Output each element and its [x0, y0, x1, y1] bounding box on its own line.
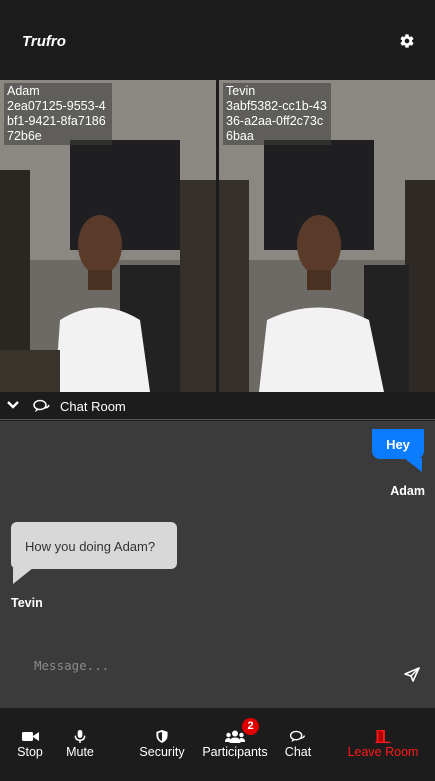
- participant-label-tevin: Tevin 3abf5382-cc1b-4336-a2aa-0ff2c73c6b…: [223, 83, 331, 145]
- chat-room-title: Chat Room: [60, 399, 126, 414]
- chat-button[interactable]: Chat: [281, 730, 315, 759]
- users-icon: [225, 730, 245, 743]
- mute-label: Mute: [66, 745, 94, 759]
- stop-button[interactable]: Stop: [14, 730, 46, 759]
- message-bubble-incoming: How you doing Adam?: [11, 522, 177, 569]
- microphone-icon: [74, 730, 86, 743]
- video-tile-tevin[interactable]: Tevin 3abf5382-cc1b-4336-a2aa-0ff2c73c6b…: [219, 80, 435, 392]
- participant-name: Adam: [7, 84, 40, 98]
- chat-icon: [289, 730, 306, 743]
- gear-icon[interactable]: [399, 33, 415, 49]
- message-input[interactable]: [20, 653, 380, 677]
- mute-button[interactable]: Mute: [62, 730, 98, 759]
- chat-room-icon: [33, 399, 50, 412]
- chat-room-header[interactable]: Chat Room: [0, 392, 435, 420]
- message-sender: Tevin: [11, 596, 43, 610]
- security-label: Security: [139, 745, 185, 759]
- leave-room-label: Leave Room: [347, 745, 419, 759]
- app-logo: Trufro: [22, 33, 66, 50]
- leave-room-button[interactable]: Leave Room: [342, 730, 424, 759]
- send-icon[interactable]: [404, 667, 420, 682]
- participants-label: Participants: [202, 745, 268, 759]
- video-grid: Adam 2ea07125-9553-4bf1-9421-8fa718672b6…: [0, 80, 435, 392]
- chat-panel: Hey Adam How you doing Adam? Tevin: [0, 421, 435, 708]
- chat-label: Chat: [284, 745, 312, 759]
- message-tail: [404, 458, 422, 472]
- message-tail: [13, 568, 33, 584]
- video-camera-icon: [21, 732, 39, 741]
- meeting-toolbar: Stop Mute Security Participants 2 Chat L…: [0, 708, 435, 781]
- exit-door-icon: [375, 730, 391, 743]
- participants-button[interactable]: Participants: [196, 730, 274, 759]
- shield-icon: [156, 730, 168, 743]
- stop-label: Stop: [17, 745, 43, 759]
- message-sender: Adam: [390, 484, 425, 498]
- top-bar: Trufro: [0, 0, 435, 80]
- chevron-down-icon[interactable]: [6, 400, 20, 410]
- video-tile-adam[interactable]: Adam 2ea07125-9553-4bf1-9421-8fa718672b6…: [0, 80, 216, 392]
- participant-label-adam: Adam 2ea07125-9553-4bf1-9421-8fa718672b6…: [4, 83, 112, 145]
- participant-id: 3abf5382-cc1b-4336-a2aa-0ff2c73c6baa: [226, 99, 327, 143]
- participant-name: Tevin: [226, 84, 256, 98]
- message-bubble-outgoing: Hey: [372, 429, 424, 459]
- participant-id: 2ea07125-9553-4bf1-9421-8fa718672b6e: [7, 99, 106, 143]
- participants-count-badge: 2: [242, 718, 259, 735]
- security-button[interactable]: Security: [135, 730, 189, 759]
